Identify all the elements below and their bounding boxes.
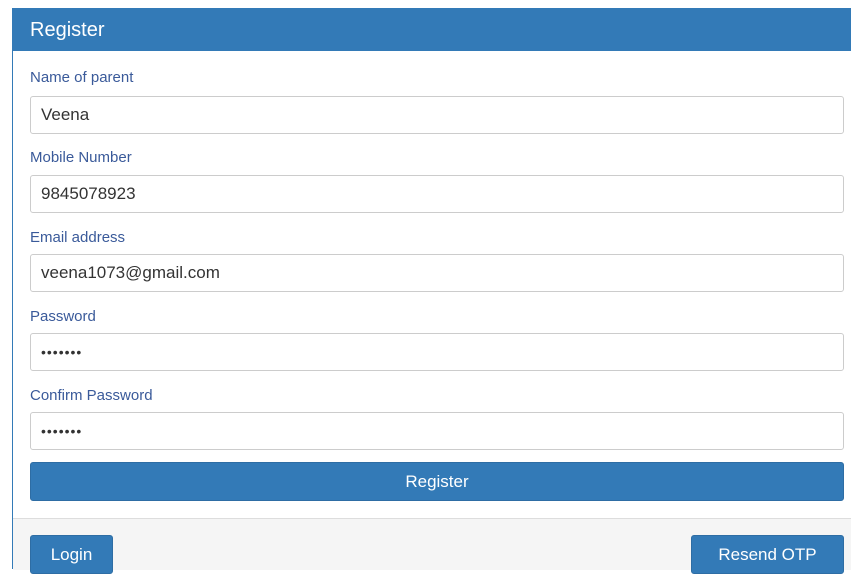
panel-footer: Login Resend OTP bbox=[13, 518, 851, 574]
login-button[interactable]: Login bbox=[30, 535, 113, 574]
email-address-input[interactable] bbox=[30, 254, 844, 292]
password-input[interactable] bbox=[30, 333, 844, 371]
confirm-password-label: Confirm Password bbox=[30, 387, 153, 404]
password-label: Password bbox=[30, 308, 96, 325]
panel-title: Register bbox=[13, 9, 851, 51]
parent-name-label: Name of parent bbox=[30, 69, 134, 86]
parent-name-input[interactable] bbox=[30, 96, 844, 134]
register-panel: Register Name of parent Mobile Number Em… bbox=[12, 8, 851, 574]
mobile-number-label: Mobile Number bbox=[30, 149, 132, 166]
register-button[interactable]: Register bbox=[30, 462, 844, 501]
mobile-number-input[interactable] bbox=[30, 175, 844, 213]
email-address-label: Email address bbox=[30, 229, 126, 246]
confirm-password-input[interactable] bbox=[30, 412, 844, 450]
resend-otp-button[interactable]: Resend OTP bbox=[691, 535, 844, 574]
